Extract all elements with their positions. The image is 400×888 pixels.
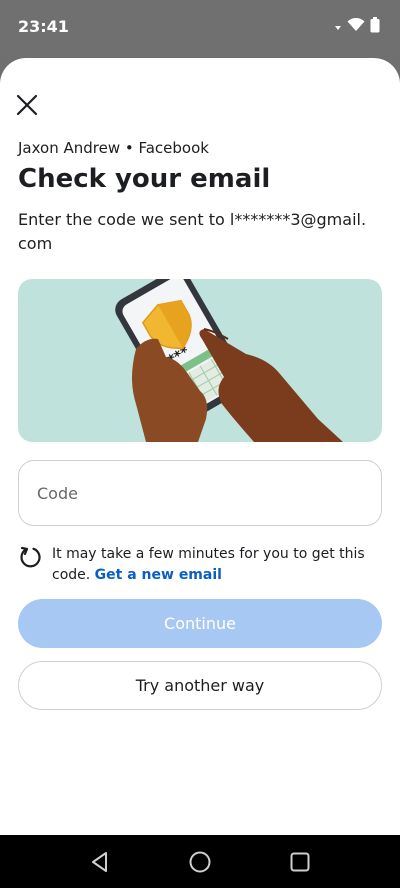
status-time: 23:41 xyxy=(18,17,69,36)
recents-icon[interactable] xyxy=(287,849,313,875)
page-title: Check your email xyxy=(18,164,271,194)
code-input[interactable] xyxy=(18,460,382,526)
status-bar: 23:41 xyxy=(0,0,400,56)
home-icon[interactable] xyxy=(187,849,213,875)
account-line: Jaxon Andrew • Facebook xyxy=(18,139,209,157)
refresh-icon xyxy=(20,546,41,568)
wifi-icon xyxy=(347,18,365,31)
signal-arrows-icon xyxy=(335,26,341,30)
try-another-way-button[interactable]: Try another way xyxy=(18,661,382,710)
verification-illustration: **** xyxy=(18,279,382,442)
get-new-email-link[interactable]: Get a new email xyxy=(95,567,222,583)
close-icon[interactable] xyxy=(14,92,40,118)
status-icons xyxy=(334,17,380,33)
back-icon[interactable] xyxy=(87,849,113,875)
system-nav-bar xyxy=(0,835,400,888)
battery-icon xyxy=(370,17,380,33)
continue-button[interactable]: Continue xyxy=(18,599,382,648)
page-subtitle: Enter the code we sent to l*******3@gmai… xyxy=(18,210,367,253)
phone-hand-illustration: **** xyxy=(115,279,343,442)
bottom-sheet: Jaxon Andrew • Facebook Check your email… xyxy=(0,58,400,835)
info-text: It may take a few minutes for you to get… xyxy=(52,544,372,586)
